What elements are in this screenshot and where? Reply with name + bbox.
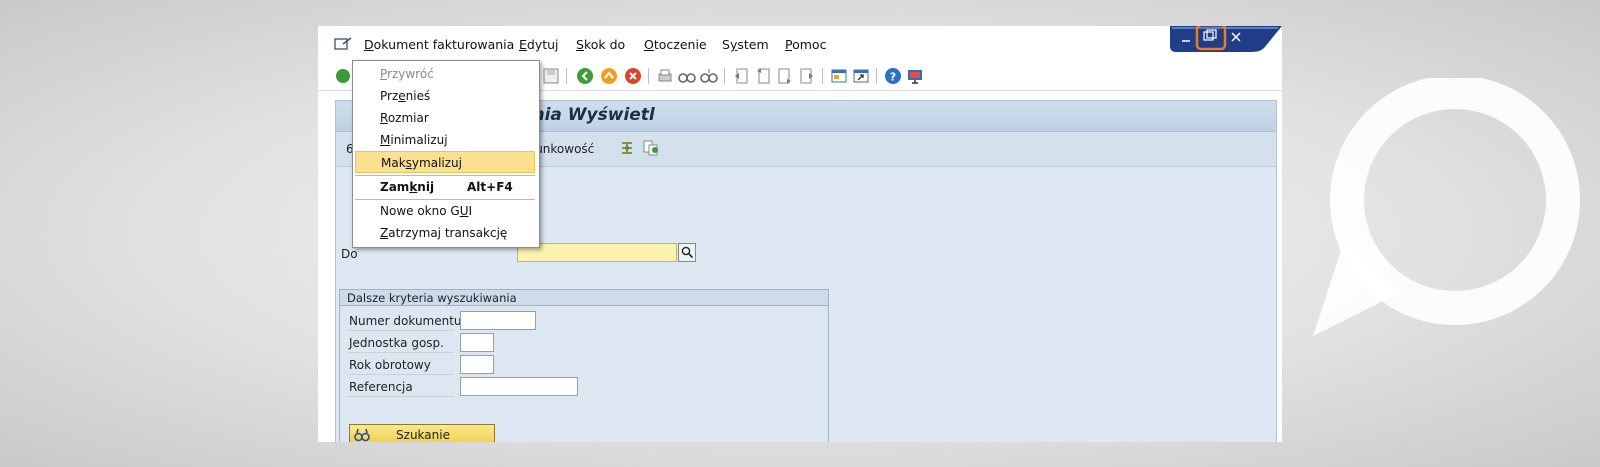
document-number-label: Numer dokumentu: [349, 314, 462, 328]
group-title: Dalsze kryteria wyszukiwania: [340, 290, 828, 306]
fiscal-year-field[interactable]: [460, 355, 494, 374]
document-number-input[interactable]: [517, 243, 677, 262]
new-session-icon[interactable]: [830, 67, 848, 85]
search-help-icon: [681, 246, 694, 259]
menu-restore: Przywróć: [380, 67, 434, 81]
stop-icon[interactable]: [624, 67, 642, 85]
menu-move[interactable]: Przenieś: [355, 85, 535, 107]
menu-minimize[interactable]: Minimalizuj: [355, 129, 535, 151]
find-next-icon[interactable]: [700, 67, 718, 85]
menu-toggle-icon[interactable]: [334, 37, 352, 51]
document-flow-icon[interactable]: [643, 140, 659, 156]
document-field-label: Do: [341, 247, 358, 261]
further-criteria-group: Dalsze kryteria wyszukiwania Numer dokum…: [339, 289, 829, 442]
menu-close[interactable]: Zamknij Alt+F4: [355, 176, 535, 198]
search-button[interactable]: Szukanie: [349, 424, 495, 442]
reference-field[interactable]: [460, 377, 578, 396]
help-icon[interactable]: ?: [884, 67, 902, 85]
first-page-icon[interactable]: [732, 67, 750, 85]
company-code-label: Jednostka gosp.: [349, 336, 444, 350]
document-number-field[interactable]: [460, 311, 536, 330]
reference-label: Referencja: [349, 380, 413, 394]
exit-icon[interactable]: [600, 67, 618, 85]
search-button-label: Szukanie: [396, 428, 450, 442]
prev-page-icon[interactable]: [754, 67, 772, 85]
window-menu-dropdown: Przywróć Przenieś Rozmiar Minimalizuj Ma…: [352, 60, 540, 248]
sap-window: Dokument fakturowania Edytuj Skok do Oto…: [318, 26, 1282, 442]
enter-icon[interactable]: [334, 67, 352, 85]
shortcut-icon[interactable]: [852, 67, 870, 85]
save-icon[interactable]: [542, 67, 560, 85]
menu-dokument-fakturowania[interactable]: Dokument fakturowania: [364, 37, 514, 52]
menu-otoczenie[interactable]: Otoczenie: [644, 37, 707, 52]
menu-edytuj[interactable]: Edytuj: [519, 37, 559, 52]
search-help-button[interactable]: [678, 243, 696, 262]
close-shortcut: Alt+F4: [467, 180, 513, 194]
menu-stop-transaction[interactable]: Zatrzymaj transakcję: [355, 222, 535, 244]
svg-text:?: ?: [890, 71, 896, 84]
menu-bar: Dokument fakturowania Edytuj Skok do Oto…: [318, 26, 1282, 62]
back-icon[interactable]: [576, 67, 594, 85]
fiscal-year-label: Rok obrotowy: [349, 358, 431, 372]
hierarchy-icon[interactable]: [619, 140, 635, 156]
window-controls: [1170, 26, 1282, 52]
menu-pomoc[interactable]: Pomoc: [785, 37, 826, 52]
find-icon[interactable]: [678, 67, 696, 85]
last-page-icon[interactable]: [798, 67, 816, 85]
menu-system[interactable]: System: [722, 37, 769, 52]
print-icon[interactable]: [656, 67, 674, 85]
screen-title: ania Wyświetl: [521, 105, 655, 125]
menu-skok-do[interactable]: Skok do: [576, 37, 625, 52]
menu-new-gui-window[interactable]: Nowe okno GUI: [355, 200, 535, 222]
menu-maximize[interactable]: Maksymalizuj: [355, 151, 535, 173]
next-page-icon[interactable]: [776, 67, 794, 85]
menu-size[interactable]: Rozmiar: [355, 107, 535, 129]
company-code-field[interactable]: [460, 333, 494, 352]
speech-bubble-decoration: [1313, 78, 1580, 336]
layout-icon[interactable]: [906, 67, 924, 85]
